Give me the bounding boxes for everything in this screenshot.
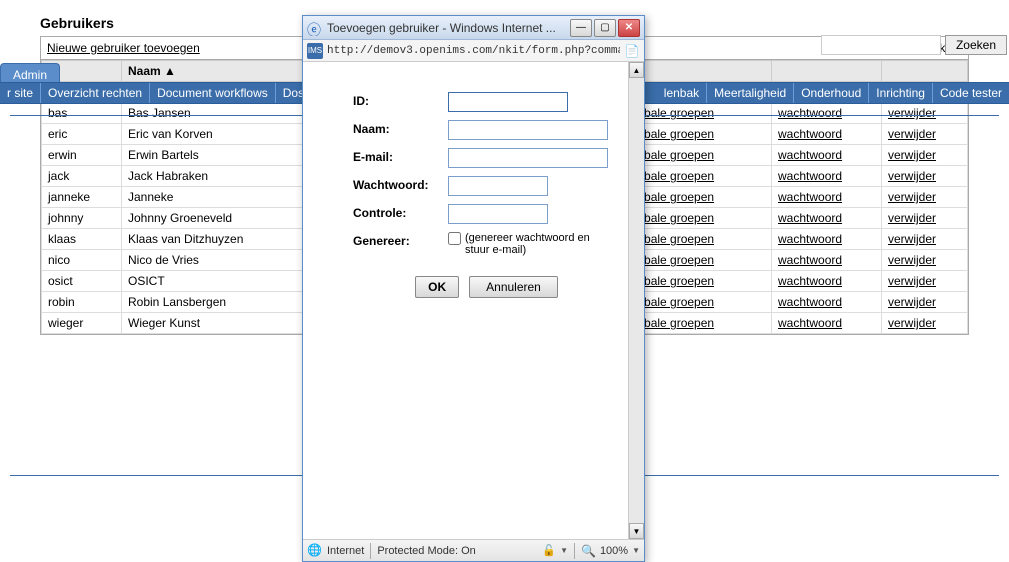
nav-item[interactable]: Overzicht rechten <box>41 83 150 103</box>
checkbox-generate[interactable] <box>448 232 461 245</box>
input-name[interactable] <box>448 120 608 140</box>
input-id[interactable] <box>448 92 568 112</box>
generate-text: (genereer wachtwoord en stuur e-mail) <box>465 232 615 256</box>
cell-id[interactable]: osict <box>42 271 122 292</box>
link-delete[interactable]: verwijder <box>888 190 936 204</box>
add-user-dialog: ⓔ Toevoegen gebruiker - Windows Internet… <box>302 15 645 562</box>
link-delete[interactable]: verwijder <box>888 232 936 246</box>
close-button[interactable]: ✕ <box>618 19 640 37</box>
link-delete[interactable]: verwijder <box>888 169 936 183</box>
cell-id[interactable]: klaas <box>42 229 122 250</box>
dialog-body: ID: Naam: E-mail: Wachtwoord: Controle: … <box>303 62 644 539</box>
label-name: Naam: <box>353 120 448 136</box>
input-control[interactable] <box>448 204 548 224</box>
link-delete[interactable]: verwijder <box>888 211 936 225</box>
chevron-down-icon[interactable]: ▼ <box>632 546 640 555</box>
nav-item[interactable]: lenbak <box>657 83 707 103</box>
globe-icon: 🌐 <box>307 543 323 559</box>
link-password[interactable]: wachtwoord <box>778 211 842 225</box>
maximize-button[interactable]: ▢ <box>594 19 616 37</box>
new-user-link[interactable]: Nieuwe gebruiker toevoegen <box>47 41 200 55</box>
ok-button[interactable]: OK <box>415 276 459 298</box>
cell-id[interactable]: janneke <box>42 187 122 208</box>
link-delete[interactable]: verwijder <box>888 274 936 288</box>
cell-id[interactable]: wieger <box>42 313 122 334</box>
link-password[interactable]: wachtwoord <box>778 253 842 267</box>
security-icon[interactable]: 🔓 <box>542 544 556 557</box>
link-password[interactable]: wachtwoord <box>778 148 842 162</box>
minimize-button[interactable]: — <box>570 19 592 37</box>
status-bar: 🌐 Internet Protected Mode: On 🔓 ▼ 🔍 100%… <box>303 539 644 561</box>
nav-item[interactable]: Code tester <box>933 83 1009 103</box>
cell-id[interactable]: erwin <box>42 145 122 166</box>
link-password[interactable]: wachtwoord <box>778 232 842 246</box>
cell-id[interactable]: johnny <box>42 208 122 229</box>
page-icon[interactable]: 📄 <box>624 43 640 59</box>
link-password[interactable]: wachtwoord <box>778 274 842 288</box>
search-button[interactable]: Zoeken <box>945 35 1007 55</box>
link-password[interactable]: wachtwoord <box>778 316 842 330</box>
address-bar: IMS http://demov3.openims.com/nkit/form.… <box>303 40 644 62</box>
link-password[interactable]: wachtwoord <box>778 127 842 141</box>
link-password[interactable]: wachtwoord <box>778 190 842 204</box>
label-control: Controle: <box>353 204 448 220</box>
link-password[interactable]: wachtwoord <box>778 169 842 183</box>
cell-id[interactable]: nico <box>42 250 122 271</box>
search-input[interactable] <box>821 35 941 55</box>
link-delete[interactable]: verwijder <box>888 148 936 162</box>
nav-item[interactable]: Onderhoud <box>794 83 869 103</box>
ie-icon: ⓔ <box>307 20 323 36</box>
col-password <box>772 61 882 82</box>
zoom-level: 100% <box>600 545 628 557</box>
link-password[interactable]: wachtwoord <box>778 295 842 309</box>
nav-item[interactable]: r site <box>0 83 41 103</box>
label-generate: Genereer: <box>353 232 448 248</box>
label-id: ID: <box>353 92 448 108</box>
input-password[interactable] <box>448 176 548 196</box>
cancel-button[interactable]: Annuleren <box>469 276 558 298</box>
cell-id[interactable]: robin <box>42 292 122 313</box>
ims-badge-icon: IMS <box>307 43 323 59</box>
nav-item[interactable]: Meertaligheid <box>707 83 794 103</box>
nav-item[interactable]: Inrichting <box>869 83 933 103</box>
scroll-up-icon[interactable]: ▲ <box>629 62 644 78</box>
nav-item[interactable]: Document workflows <box>150 83 276 103</box>
link-delete[interactable]: verwijder <box>888 253 936 267</box>
col-delete <box>882 61 968 82</box>
scrollbar[interactable]: ▲ ▼ <box>628 62 644 539</box>
input-email[interactable] <box>448 148 608 168</box>
label-password: Wachtwoord: <box>353 176 448 192</box>
cell-id[interactable]: eric <box>42 124 122 145</box>
link-delete[interactable]: verwijder <box>888 127 936 141</box>
scroll-down-icon[interactable]: ▼ <box>629 523 644 539</box>
zoom-icon[interactable]: 🔍 <box>581 544 596 558</box>
dialog-title: Toevoegen gebruiker - Windows Internet .… <box>327 21 556 35</box>
url-text[interactable]: http://demov3.openims.com/nkit/form.php?… <box>327 45 620 57</box>
link-delete[interactable]: verwijder <box>888 316 936 330</box>
status-protected: Protected Mode: On <box>377 545 475 557</box>
cell-id[interactable]: jack <box>42 166 122 187</box>
link-delete[interactable]: verwijder <box>888 295 936 309</box>
status-internet: Internet <box>327 545 364 557</box>
dialog-titlebar[interactable]: ⓔ Toevoegen gebruiker - Windows Internet… <box>303 16 644 40</box>
chevron-down-icon[interactable]: ▼ <box>560 546 568 555</box>
label-email: E-mail: <box>353 148 448 164</box>
